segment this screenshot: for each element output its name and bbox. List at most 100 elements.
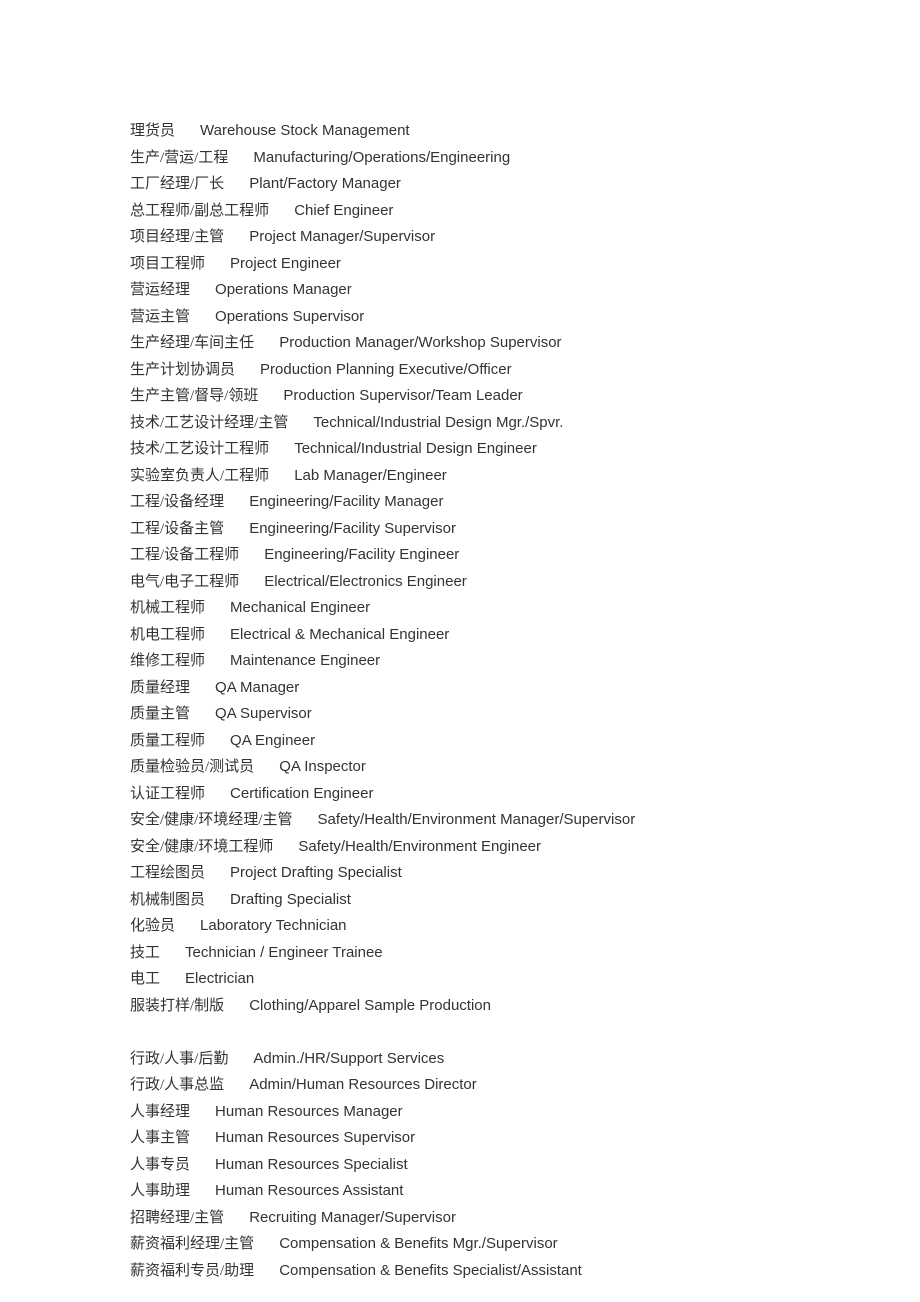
gap (224, 997, 249, 1014)
job-title-cn: 服装打样/制版 (130, 998, 224, 1014)
job-title-cn: 认证工程师 (130, 786, 205, 802)
job-title-en: Technical/Industrial Design Engineer (294, 440, 537, 457)
job-title-en: Engineering/Facility Manager (249, 493, 443, 510)
gap (175, 917, 200, 934)
job-title-cn: 化验员 (130, 918, 175, 934)
job-title-cn: 机械工程师 (130, 600, 205, 616)
job-title-cn: 工厂经理/厂长 (130, 176, 224, 192)
job-title-line: 生产主管/督导/领班 Production Supervisor/Team Le… (130, 383, 790, 410)
job-title-line: 理货员 Warehouse Stock Management (130, 118, 790, 145)
job-title-line: 化验员 Laboratory Technician (130, 913, 790, 940)
gap (224, 520, 249, 537)
gap (224, 228, 249, 245)
job-title-cn: 工程绘图员 (130, 865, 205, 881)
blank-line (130, 1019, 790, 1046)
job-title-line: 生产/营运/工程 Manufacturing/Operations/Engine… (130, 145, 790, 172)
job-title-en: Warehouse Stock Management (200, 122, 410, 139)
job-title-line: 技工 Technician / Engineer Trainee (130, 940, 790, 967)
job-title-en: Maintenance Engineer (230, 652, 380, 669)
job-title-en: Mechanical Engineer (230, 599, 370, 616)
job-title-en: Admin./HR/Support Services (253, 1050, 444, 1067)
job-title-line: 薪资福利专员/助理 Compensation & Benefits Specia… (130, 1258, 790, 1285)
gap (224, 1209, 249, 1226)
job-title-cn: 质量检验员/测试员 (130, 759, 254, 775)
gap (190, 1156, 215, 1173)
gap (190, 1129, 215, 1146)
job-title-en: Operations Supervisor (215, 308, 364, 325)
gap (224, 175, 249, 192)
gap (224, 1076, 249, 1093)
gap (269, 440, 294, 457)
gap (205, 891, 230, 908)
job-title-en: Drafting Specialist (230, 891, 351, 908)
gap (205, 652, 230, 669)
job-title-cn: 安全/健康/环境经理/主管 (130, 812, 293, 828)
gap (190, 1182, 215, 1199)
job-title-en: QA Engineer (230, 732, 315, 749)
job-title-line: 安全/健康/环境经理/主管 Safety/Health/Environment … (130, 807, 790, 834)
gap (254, 1262, 279, 1279)
job-title-en: Certification Engineer (230, 785, 373, 802)
job-title-cn: 实验室负责人/工程师 (130, 468, 269, 484)
job-title-en: QA Inspector (279, 758, 366, 775)
job-title-en: Project Drafting Specialist (230, 864, 402, 881)
job-title-cn: 技工 (130, 945, 160, 961)
job-title-cn: 人事专员 (130, 1157, 190, 1173)
job-title-line: 安全/健康/环境工程师 Safety/Health/Environment En… (130, 834, 790, 861)
job-title-en: Admin/Human Resources Director (249, 1076, 477, 1093)
job-title-line: 总工程师/副总工程师 Chief Engineer (130, 198, 790, 225)
gap (254, 1235, 279, 1252)
gap (224, 493, 249, 510)
job-title-cn: 电气/电子工程师 (130, 574, 239, 590)
job-title-line: 质量检验员/测试员 QA Inspector (130, 754, 790, 781)
gap (205, 599, 230, 616)
job-title-cn: 工程/设备工程师 (130, 547, 239, 563)
job-title-line: 营运主管 Operations Supervisor (130, 304, 790, 331)
job-title-cn: 电工 (130, 971, 160, 987)
gap (254, 334, 279, 351)
gap (205, 864, 230, 881)
job-title-line: 项目工程师 Project Engineer (130, 251, 790, 278)
job-title-en: QA Supervisor (215, 705, 312, 722)
job-title-line: 电工 Electrician (130, 966, 790, 993)
job-title-cn: 人事主管 (130, 1130, 190, 1146)
job-title-en: Clothing/Apparel Sample Production (249, 997, 491, 1014)
job-title-line: 机电工程师 Electrical & Mechanical Engineer (130, 622, 790, 649)
job-title-cn: 技术/工艺设计工程师 (130, 441, 269, 457)
job-title-line: 人事专员 Human Resources Specialist (130, 1152, 790, 1179)
job-title-en: QA Manager (215, 679, 299, 696)
job-title-line: 机械工程师 Mechanical Engineer (130, 595, 790, 622)
job-title-line: 工程/设备工程师 Engineering/Facility Engineer (130, 542, 790, 569)
job-title-line: 工厂经理/厂长 Plant/Factory Manager (130, 171, 790, 198)
gap (190, 705, 215, 722)
job-title-en: Project Manager/Supervisor (249, 228, 435, 245)
gap (190, 679, 215, 696)
job-title-cn: 总工程师/副总工程师 (130, 203, 269, 219)
gap (190, 1103, 215, 1120)
job-title-cn: 营运主管 (130, 309, 190, 325)
job-title-en: Technician / Engineer Trainee (185, 944, 383, 961)
job-title-line: 人事主管 Human Resources Supervisor (130, 1125, 790, 1152)
job-title-cn: 工程/设备经理 (130, 494, 224, 510)
job-title-line: 薪资福利经理/主管 Compensation & Benefits Mgr./S… (130, 1231, 790, 1258)
job-title-line: 服装打样/制版 Clothing/Apparel Sample Producti… (130, 993, 790, 1020)
job-title-en: Recruiting Manager/Supervisor (249, 1209, 456, 1226)
gap (160, 970, 185, 987)
job-title-line: 质量经理 QA Manager (130, 675, 790, 702)
job-title-cn: 行政/人事总监 (130, 1077, 224, 1093)
job-title-cn: 质量经理 (130, 680, 190, 696)
job-title-en: Production Supervisor/Team Leader (283, 387, 522, 404)
job-title-line: 认证工程师 Certification Engineer (130, 781, 790, 808)
job-title-line: 质量主管 QA Supervisor (130, 701, 790, 728)
gap (205, 626, 230, 643)
job-title-en: Laboratory Technician (200, 917, 346, 934)
job-title-cn: 营运经理 (130, 282, 190, 298)
gap (239, 546, 264, 563)
job-title-line: 生产经理/车间主任 Production Manager/Workshop Su… (130, 330, 790, 357)
gap (205, 732, 230, 749)
job-title-line: 技术/工艺设计工程师 Technical/Industrial Design E… (130, 436, 790, 463)
gap (288, 414, 313, 431)
gap (293, 811, 318, 828)
job-title-en: Chief Engineer (294, 202, 393, 219)
gap (228, 1050, 253, 1067)
